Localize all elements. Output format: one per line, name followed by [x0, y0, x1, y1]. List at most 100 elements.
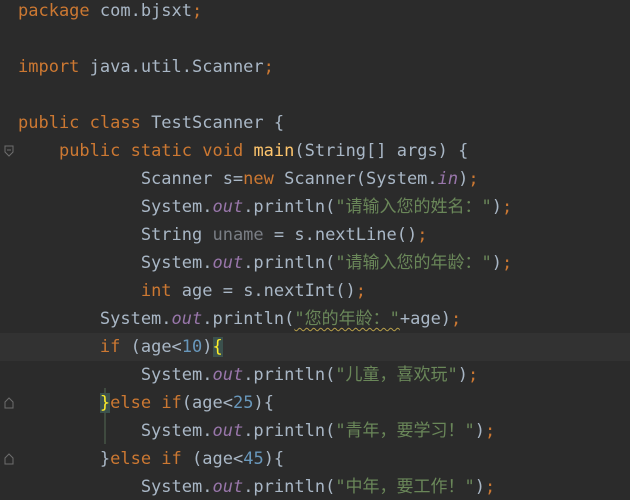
code-token: java.util.Scanner	[79, 57, 264, 77]
code-token: "儿童，喜欢玩"	[335, 365, 458, 385]
code-token: ;	[355, 281, 367, 301]
code-token: }	[99, 393, 111, 413]
code-token: out	[212, 253, 244, 273]
code-token: in	[437, 169, 459, 189]
code-token: )	[474, 421, 486, 441]
code-token: ;	[263, 57, 274, 77]
code-token: out	[212, 197, 244, 217]
code-token: .println(	[243, 421, 336, 441]
code-line[interactable]: System.out.println("中年，要工作！");	[18, 473, 630, 500]
code-editor[interactable]: package com.bjsxt; import java.util.Scann…	[0, 0, 630, 500]
code-token: ;	[502, 197, 513, 217]
code-token: int	[140, 281, 172, 301]
code-token: System.	[18, 421, 213, 441]
code-token: {	[212, 337, 223, 357]
code-token: 10	[181, 337, 203, 357]
code-token: .println(	[243, 197, 336, 217]
code-line[interactable]: if (age<10){	[0, 333, 630, 361]
code-token: main	[253, 141, 295, 161]
code-line[interactable]	[18, 81, 630, 109]
code-token: System.	[18, 197, 213, 217]
code-line[interactable]: String uname = s.nextLine();	[18, 221, 630, 249]
code-token: .println(	[243, 477, 336, 497]
code-token: )	[457, 365, 469, 385]
code-token: out	[212, 477, 244, 497]
code-token: )	[202, 337, 213, 357]
code-token: TestScanner {	[140, 113, 285, 133]
code-line[interactable]: import java.util.Scanner;	[18, 53, 630, 81]
fold-end-icon[interactable]	[4, 453, 14, 465]
code-token: ;	[451, 309, 462, 329]
code-token: System.	[18, 253, 213, 273]
code-line[interactable]: System.out.println("您的年龄："+age);	[18, 305, 630, 333]
code-token: (age<	[120, 337, 182, 357]
code-token: public static void	[58, 141, 244, 161]
code-line[interactable]: Scanner s=new Scanner(System.in);	[18, 165, 630, 193]
code-token: System.	[18, 309, 172, 329]
code-token: System.	[18, 477, 213, 497]
code-token: )	[491, 197, 503, 217]
code-token: )	[458, 169, 469, 189]
code-token: (age<	[181, 449, 244, 469]
code-token: out	[171, 309, 203, 329]
code-token: ;	[468, 365, 479, 385]
code-token: public class	[18, 113, 141, 133]
code-token: ;	[485, 477, 496, 497]
code-token: uname	[212, 225, 264, 245]
code-token: ;	[417, 225, 428, 245]
code-token: (age<	[181, 393, 233, 413]
code-token: "请输入您的姓名："	[335, 197, 492, 217]
code-line[interactable]: System.out.println("请输入您的姓名：");	[18, 193, 630, 221]
code-token: )	[474, 477, 486, 497]
code-line[interactable]	[18, 25, 630, 53]
code-token: out	[212, 421, 244, 441]
editor-gutter[interactable]	[0, 0, 18, 500]
code-token: com.bjsxt	[89, 1, 193, 21]
code-token: package	[18, 1, 90, 21]
fold-collapse-icon[interactable]	[4, 145, 14, 157]
code-token: "您的年龄："	[294, 309, 400, 329]
code-line[interactable]: }else if (age<45){	[18, 445, 630, 473]
code-token: }	[18, 449, 111, 469]
code-token: new	[243, 169, 274, 189]
code-token: Scanner(System.	[273, 169, 438, 189]
code-line[interactable]: package com.bjsxt;	[18, 0, 630, 25]
code-token: import	[18, 57, 80, 77]
code-token: age = s.nextInt()	[171, 281, 356, 301]
code-line[interactable]: System.out.println("青年，要学习！");	[18, 417, 630, 445]
code-token: Scanner s=	[18, 169, 244, 189]
code-line[interactable]: System.out.println("儿童，喜欢玩");	[18, 361, 630, 389]
code-token: ;	[468, 169, 479, 189]
code-line[interactable]: System.out.println("请输入您的年龄：");	[18, 249, 630, 277]
code-line[interactable]: public static void main(String[] args) {	[18, 137, 630, 165]
code-token: )	[491, 253, 503, 273]
code-token: "中年，要工作！"	[335, 477, 475, 497]
code-token: = s.nextLine()	[263, 225, 418, 245]
code-token: 45	[243, 449, 264, 469]
code-token: (String[] args) {	[294, 141, 469, 161]
code-token: 25	[232, 393, 254, 413]
code-line[interactable]: }else if(age<25){	[18, 389, 630, 417]
code-token: ){	[263, 449, 285, 469]
code-token: System.	[18, 365, 213, 385]
code-token: else if	[110, 393, 182, 413]
fold-end-icon[interactable]	[4, 397, 14, 409]
code-token: .println(	[243, 253, 336, 273]
code-token: out	[212, 365, 244, 385]
code-token: "请输入您的年龄："	[335, 253, 492, 273]
code-token: if	[99, 337, 121, 357]
code-token: ;	[192, 1, 203, 21]
code-line[interactable]: int age = s.nextInt();	[18, 277, 630, 305]
code-token: else if	[110, 449, 182, 469]
code-token: String	[18, 225, 213, 245]
code-token: .println(	[243, 365, 336, 385]
code-token: ;	[502, 253, 513, 273]
code-line[interactable]: public class TestScanner {	[18, 109, 630, 137]
code-token: ){	[253, 393, 274, 413]
code-token: ;	[485, 421, 496, 441]
